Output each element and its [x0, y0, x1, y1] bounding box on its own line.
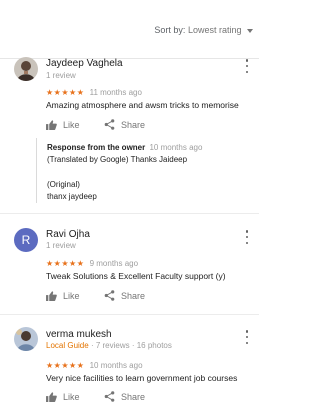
owner-response-original: thanx jaydeep [47, 192, 97, 201]
reviewer-name[interactable]: Ravi Ojha [46, 229, 90, 240]
divider [0, 314, 259, 315]
more-options-icon[interactable] [245, 230, 249, 244]
thumbs-up-icon [46, 392, 57, 402]
review-rating: ★★★★★ 11 months ago [46, 88, 142, 97]
owner-response-original-label: (Original) [47, 180, 80, 189]
avatar[interactable] [14, 327, 38, 351]
more-options-icon[interactable] [245, 59, 249, 73]
reviewer-stats: · 7 reviews · 16 photos [90, 341, 172, 350]
local-guide-badge: Local Guide [46, 341, 89, 350]
share-label: Share [121, 119, 146, 130]
sort-value: Lowest rating [187, 25, 242, 35]
reviewer-name[interactable]: Jaydeep Vaghela [46, 58, 123, 69]
owner-response-translated: (Translated by Google) Thanks Jaideep [47, 155, 188, 164]
thumbs-up-icon [46, 120, 57, 130]
review-text: Amazing atmosphere and awsm tricks to me… [46, 100, 239, 110]
sort-label: Sort by: [154, 25, 186, 35]
review-actions: Like Share [46, 290, 145, 302]
share-icon [104, 391, 115, 402]
reviewer-meta: Local Guide · 7 reviews · 16 photos [46, 341, 172, 350]
thumbs-up-icon [46, 291, 57, 301]
avatar-initial: R [21, 233, 31, 247]
share-label: Share [121, 290, 146, 301]
reviewer-name[interactable]: verma mukesh [46, 329, 112, 340]
like-button[interactable]: Like [46, 392, 80, 402]
like-label: Like [63, 120, 80, 130]
like-label: Like [63, 291, 80, 301]
share-button[interactable]: Share [104, 391, 145, 402]
sort-bar: Sort by: Lowest rating [0, 0, 259, 59]
divider [0, 213, 259, 214]
review-actions: Like Share [46, 391, 145, 403]
avatar[interactable] [14, 57, 38, 81]
like-button[interactable]: Like [46, 120, 80, 130]
star-rating: ★★★★★ [46, 259, 85, 268]
reviewer-meta: 1 review [46, 241, 76, 250]
share-icon [104, 290, 115, 301]
like-label: Like [63, 392, 80, 402]
review-rating: ★★★★★ 9 months ago [46, 259, 138, 268]
review-rating: ★★★★★ 10 months ago [46, 361, 143, 370]
review-time: 11 months ago [89, 88, 142, 97]
owner-response-title: Response from the owner [47, 143, 146, 152]
owner-response-header: Response from the owner 10 months ago [47, 143, 202, 152]
review-text: Tweak Solutions & Excellent Faculty supp… [46, 271, 226, 281]
review-time: 10 months ago [89, 361, 143, 370]
share-button[interactable]: Share [104, 119, 145, 130]
star-rating: ★★★★★ [46, 88, 85, 97]
star-rating: ★★★★★ [46, 361, 85, 370]
reviewer-meta: 1 review [46, 71, 76, 80]
more-options-icon[interactable] [245, 330, 249, 344]
avatar[interactable]: R [14, 228, 38, 252]
chevron-down-icon [247, 28, 253, 33]
sort-dropdown[interactable]: Sort by: Lowest rating [154, 25, 253, 35]
share-icon [104, 119, 115, 130]
review-text: Very nice facilities to learn government… [46, 373, 238, 383]
share-label: Share [121, 391, 146, 402]
share-button[interactable]: Share [104, 290, 145, 301]
review-actions: Like Share [46, 119, 145, 131]
review-time: 9 months ago [89, 259, 139, 268]
owner-response: Response from the owner 10 months ago (T… [36, 138, 257, 203]
owner-response-time: 10 months ago [149, 143, 203, 152]
like-button[interactable]: Like [46, 291, 80, 301]
